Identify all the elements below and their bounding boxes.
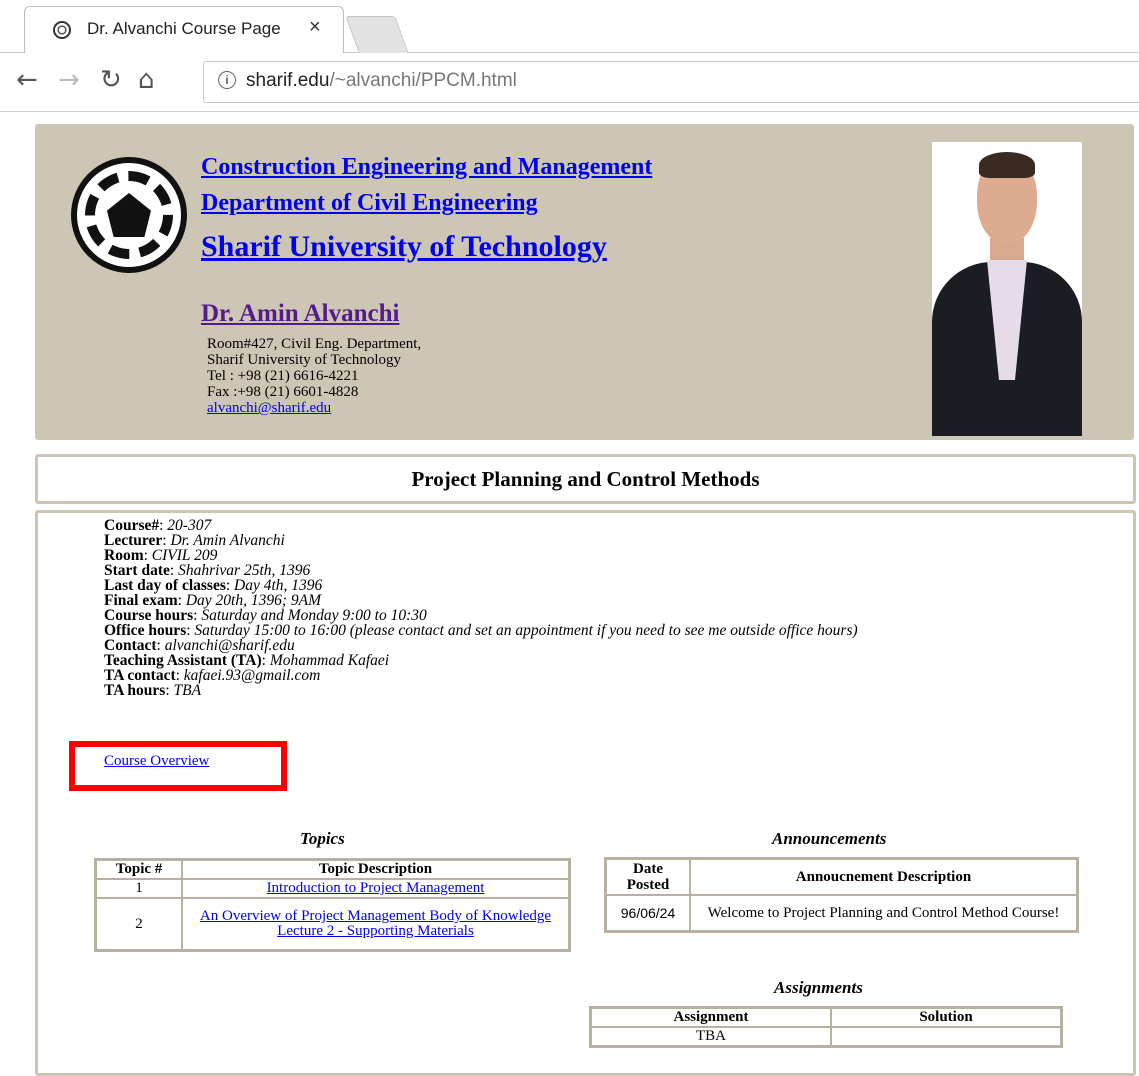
contact-address: Room#427, Civil Eng. Department, Sharif …	[207, 336, 422, 416]
course-title: Project Planning and Control Methods	[35, 454, 1136, 504]
professor-link[interactable]: Dr. Amin Alvanchi	[201, 300, 399, 328]
home-icon[interactable]: ⌂	[138, 65, 155, 95]
assignments-heading: Assignments	[774, 978, 863, 997]
topic-2-materials-link[interactable]: Lecture 2 - Supporting Materials	[277, 923, 474, 939]
email-link[interactable]: alvanchi@sharif.edu	[207, 400, 331, 416]
professor-photo	[932, 142, 1082, 436]
address-bar: ← → ↻ ⌂ i sharif.edu/~alvanchi/PPCM.html	[0, 53, 1139, 112]
civil-dept-link[interactable]: Department of Civil Engineering	[201, 190, 538, 217]
course-info-box: Course#: 20-307 Lecturer: Dr. Amin Alvan…	[35, 510, 1136, 1076]
table-row: 1 Introduction to Project Management	[96, 879, 569, 898]
university-logo-icon	[71, 157, 187, 273]
cem-link[interactable]: Construction Engineering and Management	[201, 154, 652, 181]
course-overview-link[interactable]: Course Overview	[104, 753, 209, 770]
url-text: sharif.edu/~alvanchi/PPCM.html	[246, 70, 517, 91]
tab-title: Dr. Alvanchi Course Page	[87, 19, 281, 38]
browser-tab-bar: Dr. Alvanchi Course Page ×	[0, 0, 1139, 53]
close-icon[interactable]: ×	[309, 16, 321, 39]
topic-1-link[interactable]: Introduction to Project Management	[267, 880, 485, 896]
forward-arrow-icon[interactable]: →	[58, 65, 80, 95]
header-banner: Construction Engineering and Management …	[35, 124, 1134, 440]
table-row: 96/06/24 Welcome to Project Planning and…	[606, 895, 1077, 931]
announcements-table: Date Posted Annoucnement Description 96/…	[604, 857, 1079, 933]
course-details: Course#: 20-307 Lecturer: Dr. Amin Alvan…	[104, 517, 858, 699]
sharif-link[interactable]: Sharif University of Technology	[201, 230, 607, 264]
info-icon[interactable]: i	[218, 71, 236, 89]
topic-2-link[interactable]: An Overview of Project Management Body o…	[200, 908, 551, 924]
page-content: Construction Engineering and Management …	[0, 112, 1139, 1076]
new-tab-button[interactable]	[345, 16, 409, 53]
favicon-icon	[53, 21, 71, 39]
topics-table: Topic # Topic Description 1 Introduction…	[94, 858, 571, 952]
table-row: TBA	[591, 1027, 1061, 1046]
browser-tab[interactable]: Dr. Alvanchi Course Page ×	[24, 6, 344, 53]
table-row: 2 An Overview of Project Management Body…	[96, 898, 569, 950]
reload-icon[interactable]: ↻	[100, 65, 122, 95]
assignments-table: Assignment Solution TBA	[589, 1006, 1063, 1048]
url-input[interactable]: i sharif.edu/~alvanchi/PPCM.html	[203, 61, 1139, 103]
topics-heading: Topics	[300, 829, 345, 848]
announcements-heading: Announcements	[772, 829, 887, 848]
back-arrow-icon[interactable]: ←	[16, 65, 38, 95]
